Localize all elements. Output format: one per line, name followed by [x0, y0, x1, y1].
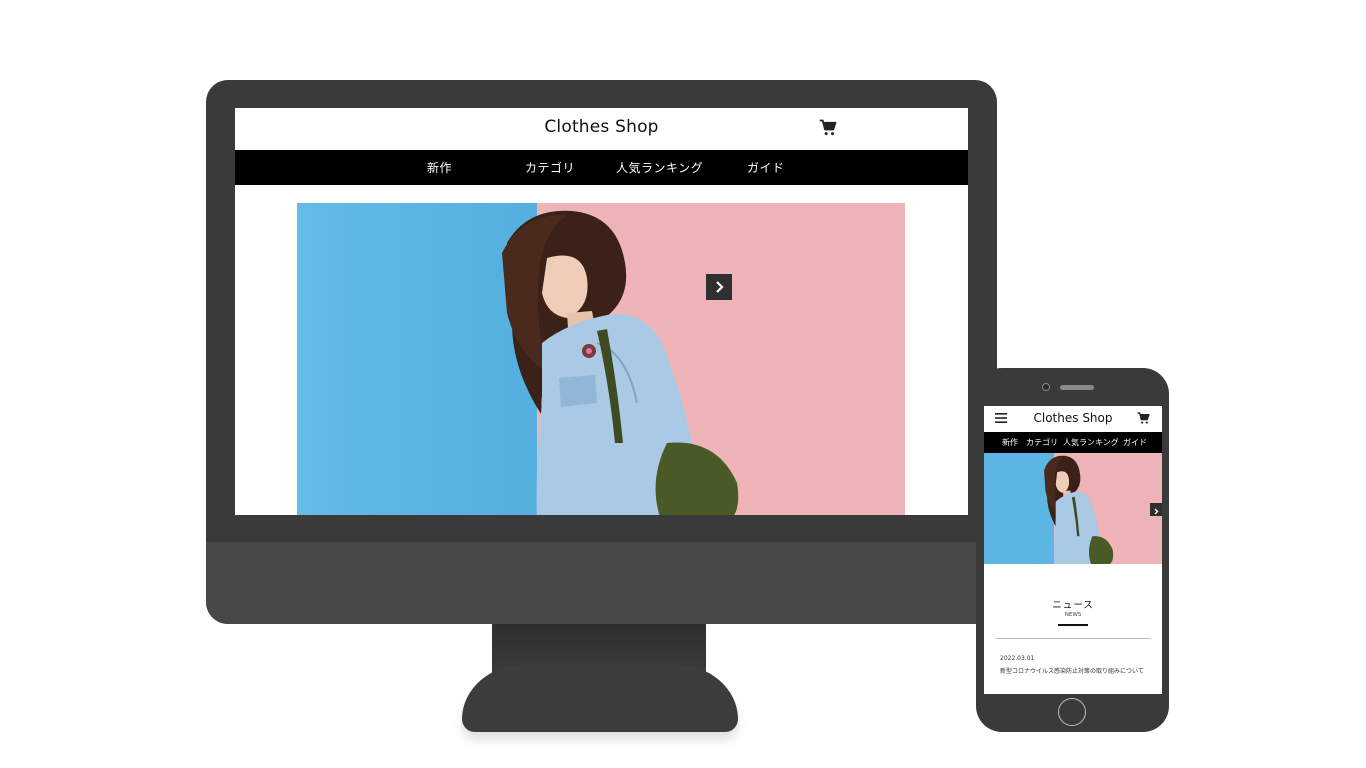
phone-nav-item-guide[interactable]: ガイド	[1123, 437, 1147, 448]
chevron-right-icon	[716, 281, 724, 293]
nav-item-guide[interactable]: ガイド	[747, 159, 785, 176]
nav-item-ranking[interactable]: 人気ランキング	[616, 159, 703, 176]
hero-photo-woman	[297, 203, 905, 515]
nav-item-category[interactable]: カテゴリ	[525, 159, 575, 176]
desktop-nav-bar: 新作 カテゴリ 人気ランキング ガイド	[235, 150, 968, 185]
phone-nav-item-new[interactable]: 新作	[1002, 437, 1018, 448]
desktop-header: Clothes Shop	[235, 108, 968, 150]
monitor-stand-base	[462, 664, 738, 732]
monitor-chin	[206, 542, 997, 624]
news-item-link[interactable]: 新型コロナウイルス感染防止対策の取り組みについて	[1000, 666, 1148, 677]
phone-nav-item-category[interactable]: カテゴリ	[1026, 437, 1058, 448]
phone-speaker	[1060, 385, 1094, 390]
phone-home-button	[1058, 698, 1086, 726]
news-item-date: 2022.03.01	[1000, 655, 1035, 662]
cart-icon[interactable]	[1137, 412, 1150, 425]
phone-screen: Clothes Shop 新作 カテゴリ 人気ランキング ガイド ニュース NE…	[984, 406, 1162, 694]
phone-device: Clothes Shop 新作 カテゴリ 人気ランキング ガイド ニュース NE…	[976, 368, 1169, 732]
slider-next-button[interactable]	[706, 274, 732, 300]
phone-header: Clothes Shop	[984, 406, 1162, 432]
news-divider	[996, 638, 1151, 639]
phone-site-logo[interactable]: Clothes Shop	[984, 411, 1162, 425]
news-section-subtitle: NEWS	[1064, 612, 1082, 618]
desktop-monitor: Clothes Shop 新作 カテゴリ 人気ランキング ガイド	[206, 80, 997, 624]
phone-hero-slide-image	[984, 453, 1162, 564]
phone-nav-item-ranking[interactable]: 人気ランキング	[1063, 437, 1119, 448]
site-logo[interactable]: Clothes Shop	[235, 117, 968, 137]
news-title-underline	[1058, 624, 1088, 626]
hero-slide-image	[297, 203, 905, 515]
cart-icon[interactable]	[819, 119, 837, 137]
nav-item-new[interactable]: 新作	[427, 159, 452, 176]
chevron-right-icon	[1154, 508, 1159, 515]
phone-nav-bar: 新作 カテゴリ 人気ランキング ガイド	[984, 432, 1162, 453]
hero-photo-woman	[984, 453, 1162, 564]
phone-slider-next-button[interactable]	[1150, 503, 1162, 516]
phone-camera	[1042, 383, 1050, 391]
desktop-screen: Clothes Shop 新作 カテゴリ 人気ランキング ガイド	[235, 108, 968, 515]
news-section-title: ニュース	[1052, 600, 1094, 611]
